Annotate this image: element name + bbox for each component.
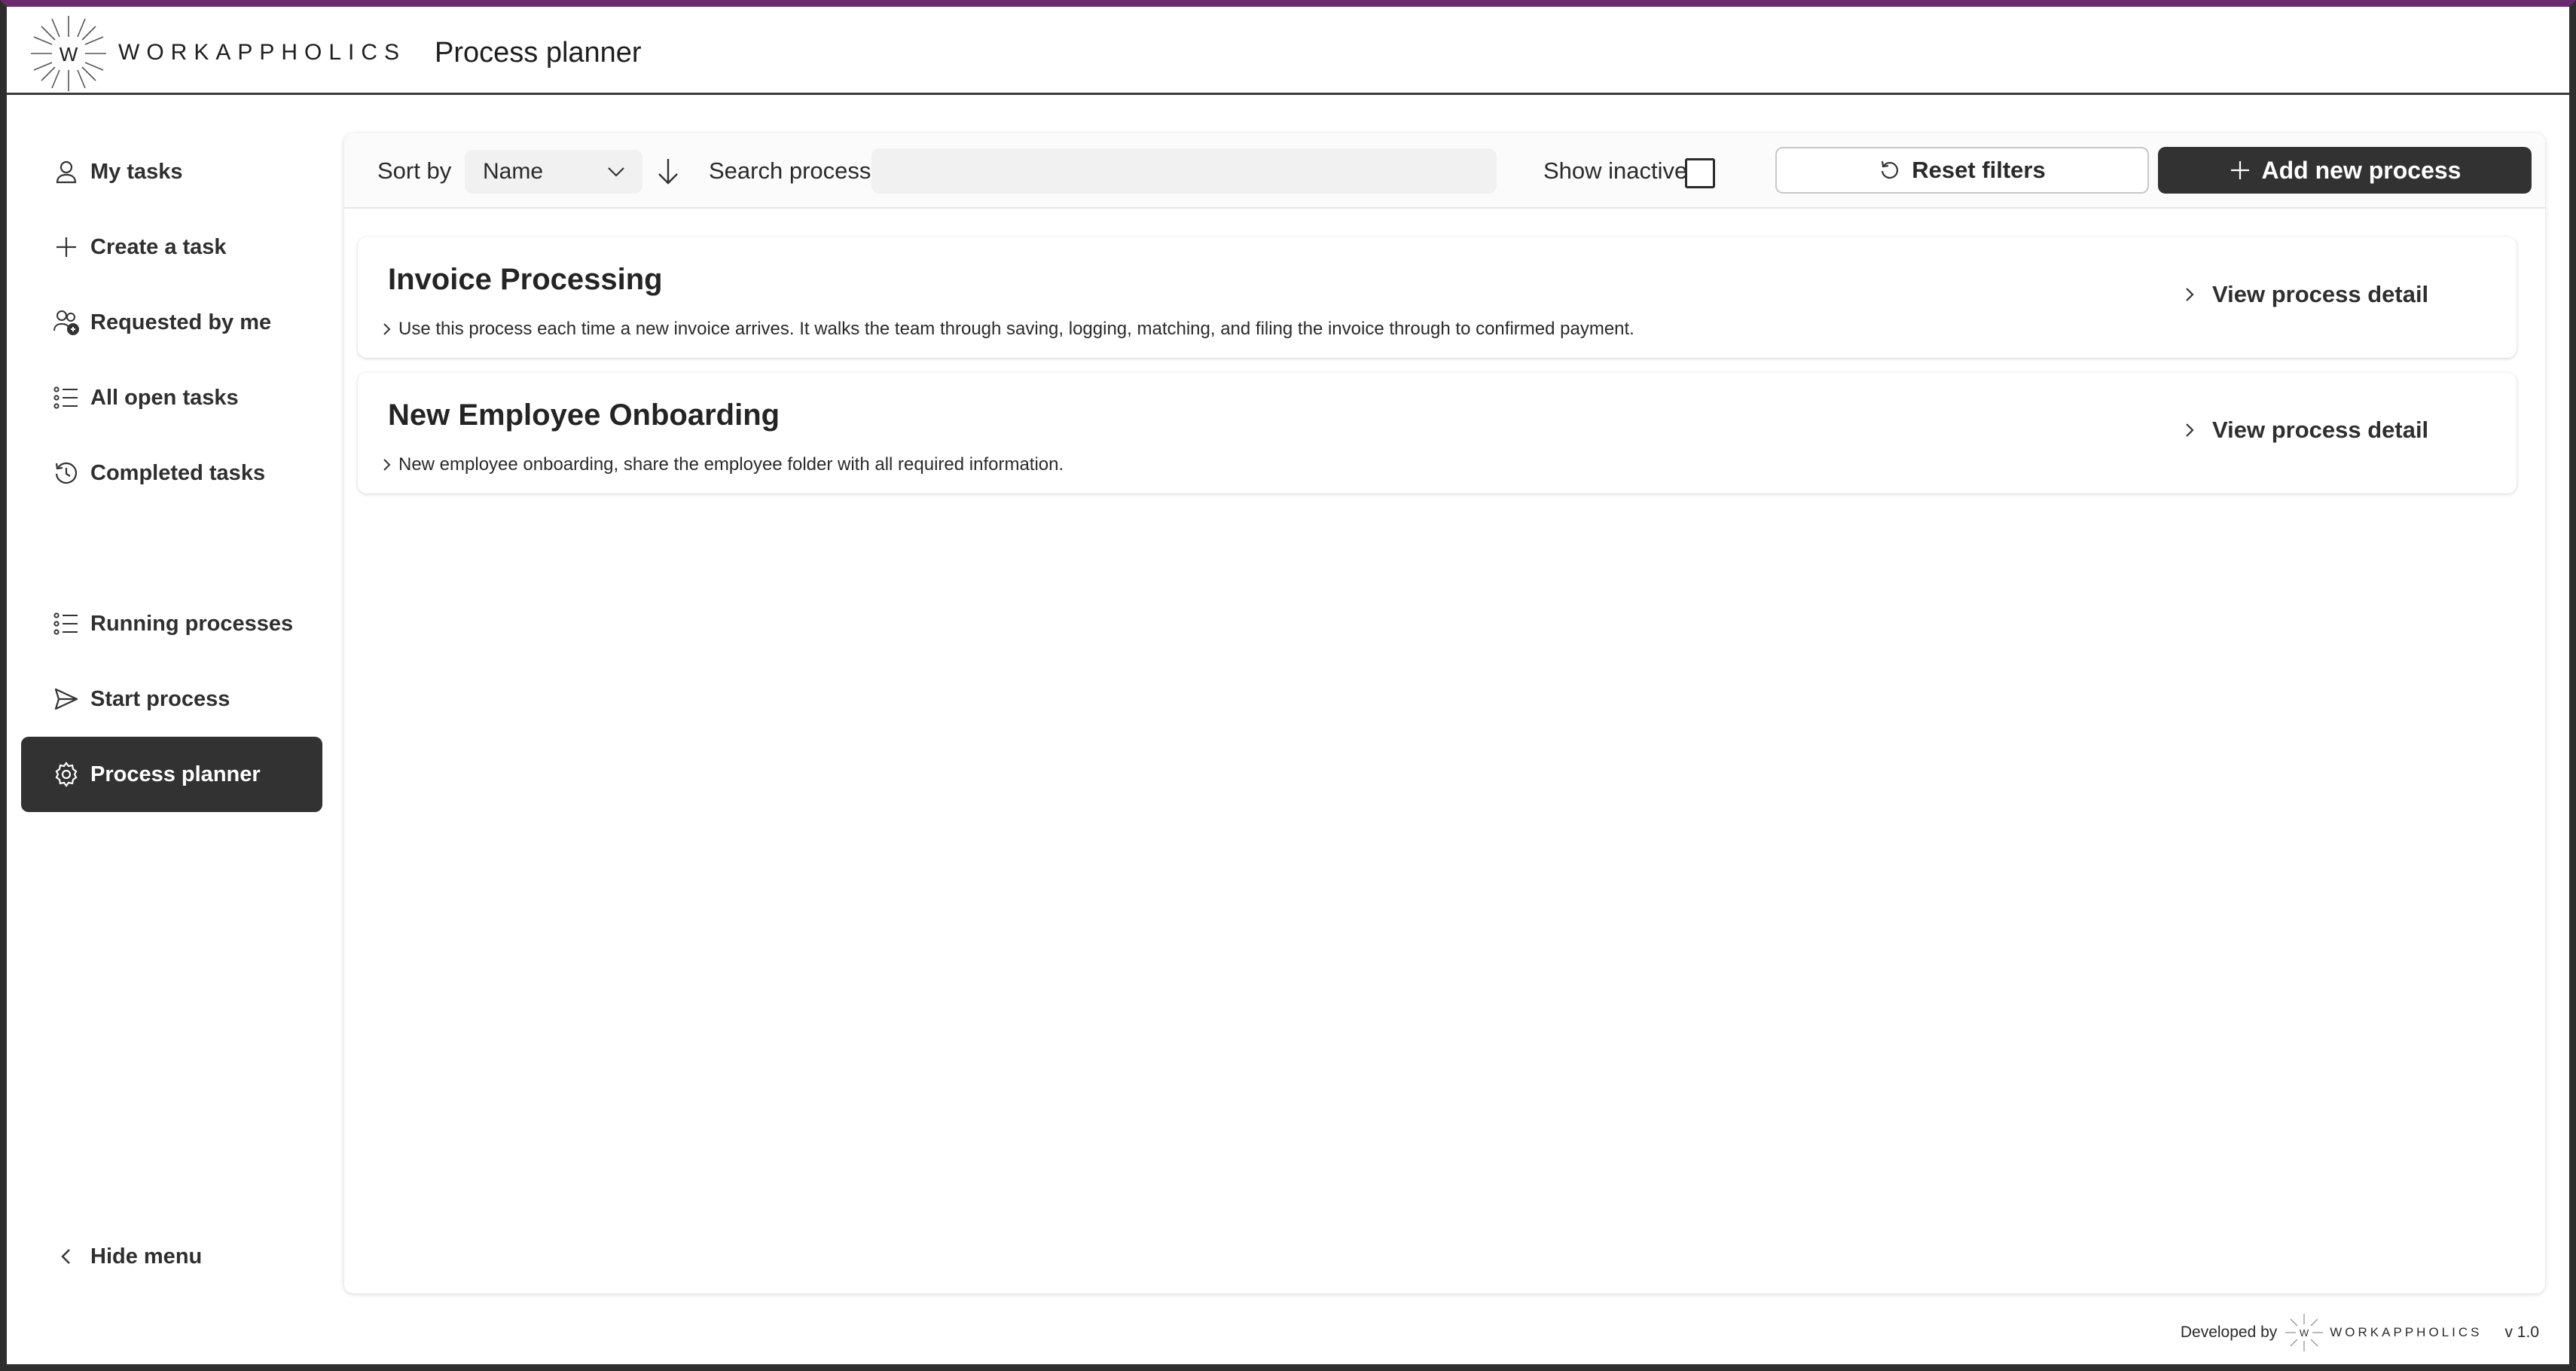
view-process-detail-label: View process detail [2212,281,2429,307]
sort-select[interactable]: Name [465,150,642,194]
sidebar-item-my-tasks[interactable]: My tasks [21,134,322,209]
history-icon [51,458,81,488]
show-inactive-label: Show inactive [1543,157,1688,184]
brand-name: WORKAPPHOLICS [118,40,407,65]
view-process-detail-link[interactable]: View process detail [2181,281,2428,308]
sidebar-item-label: All open tasks [90,385,239,410]
sidebar-item-label: Process planner [90,762,261,786]
process-card: Invoice Processing Use this process each… [358,237,2516,358]
sidebar-item-create-task[interactable]: Create a task [21,209,322,285]
process-title: New Employee Onboarding [388,398,780,432]
process-description: New employee onboarding, share the emplo… [398,454,1064,475]
reset-filters-label: Reset filters [1912,157,2046,183]
sidebar-item-completed-tasks[interactable]: Completed tasks [21,435,322,511]
process-card: New Employee Onboarding New employee onb… [358,373,2516,493]
sidebar-item-label: My tasks [90,159,183,184]
chevron-left-icon [51,1241,81,1272]
process-description-toggle[interactable]: Use this process each time a new invoice… [379,319,1634,340]
sidebar-item-running-processes[interactable]: Running processes [21,586,322,661]
chevron-right-icon [383,323,391,335]
people-icon [51,307,81,337]
svg-text:W: W [2300,1327,2309,1339]
hide-menu-label: Hide menu [90,1244,203,1269]
show-inactive-checkbox[interactable] [1685,158,1715,188]
process-description: Use this process each time a new invoice… [398,319,1634,339]
chevron-right-icon [2186,288,2194,301]
send-icon [51,684,81,714]
process-title: Invoice Processing [388,263,663,296]
person-icon [51,157,81,187]
process-panel: Sort by Name Search process Show inactiv… [344,133,2545,1293]
sidebar-item-label: Requested by me [90,310,272,334]
app-window: W WORKAPPHOLICS Process planner My tasks… [0,0,2576,1371]
chevron-down-icon [608,167,624,177]
reset-filters-button[interactable]: Reset filters [1775,147,2149,194]
workappholics-logo-icon: W [2285,1314,2324,1351]
workappholics-logo-icon: W [31,16,106,91]
gear-icon [51,759,81,789]
sort-direction-arrow-icon[interactable] [653,156,683,186]
add-new-process-button[interactable]: Add new process [2158,147,2532,194]
sidebar-item-process-planner[interactable]: Process planner [21,737,322,812]
chevron-right-icon [2186,423,2194,437]
sidebar-item-start-process[interactable]: Start process [21,661,322,737]
sidebar-item-all-open-tasks[interactable]: All open tasks [21,360,322,435]
developed-by-label: Developed by [2180,1324,2278,1341]
sidebar: My tasks Create a task Requested by me A… [7,95,338,1364]
search-process-label: Search process [709,157,871,184]
app-version: v 1.0 [2504,1324,2539,1341]
svg-text:W: W [60,43,78,66]
sidebar-item-label: Completed tasks [90,460,266,485]
footer: Developed by W WORKAPPHOLICS v 1.0 [2181,1310,2539,1355]
chevron-right-icon [383,459,391,471]
hide-menu-button[interactable]: Hide menu [21,1219,322,1294]
view-process-detail-label: View process detail [2212,417,2429,443]
page-title: Process planner [435,37,642,69]
search-input[interactable] [871,148,1497,194]
process-description-toggle[interactable]: New employee onboarding, share the emplo… [379,454,1064,475]
list-icon [51,609,81,639]
sidebar-item-label: Create a task [90,234,227,259]
sort-select-value: Name [483,159,544,184]
sidebar-item-requested-by-me[interactable]: Requested by me [21,285,322,360]
filter-toolbar: Sort by Name Search process Show inactiv… [344,133,2545,209]
plus-icon [2230,161,2249,179]
sidebar-item-label: Start process [90,686,230,711]
add-new-process-label: Add new process [2261,156,2462,184]
footer-brand: WORKAPPHOLICS [2330,1325,2483,1339]
app-header: W WORKAPPHOLICS Process planner [7,7,2569,95]
plus-icon [51,232,81,262]
list-icon [51,383,81,413]
sort-by-label: Sort by [377,157,452,184]
reset-icon [1882,160,1899,179]
sidebar-item-label: Running processes [90,611,294,636]
view-process-detail-link[interactable]: View process detail [2181,417,2428,444]
